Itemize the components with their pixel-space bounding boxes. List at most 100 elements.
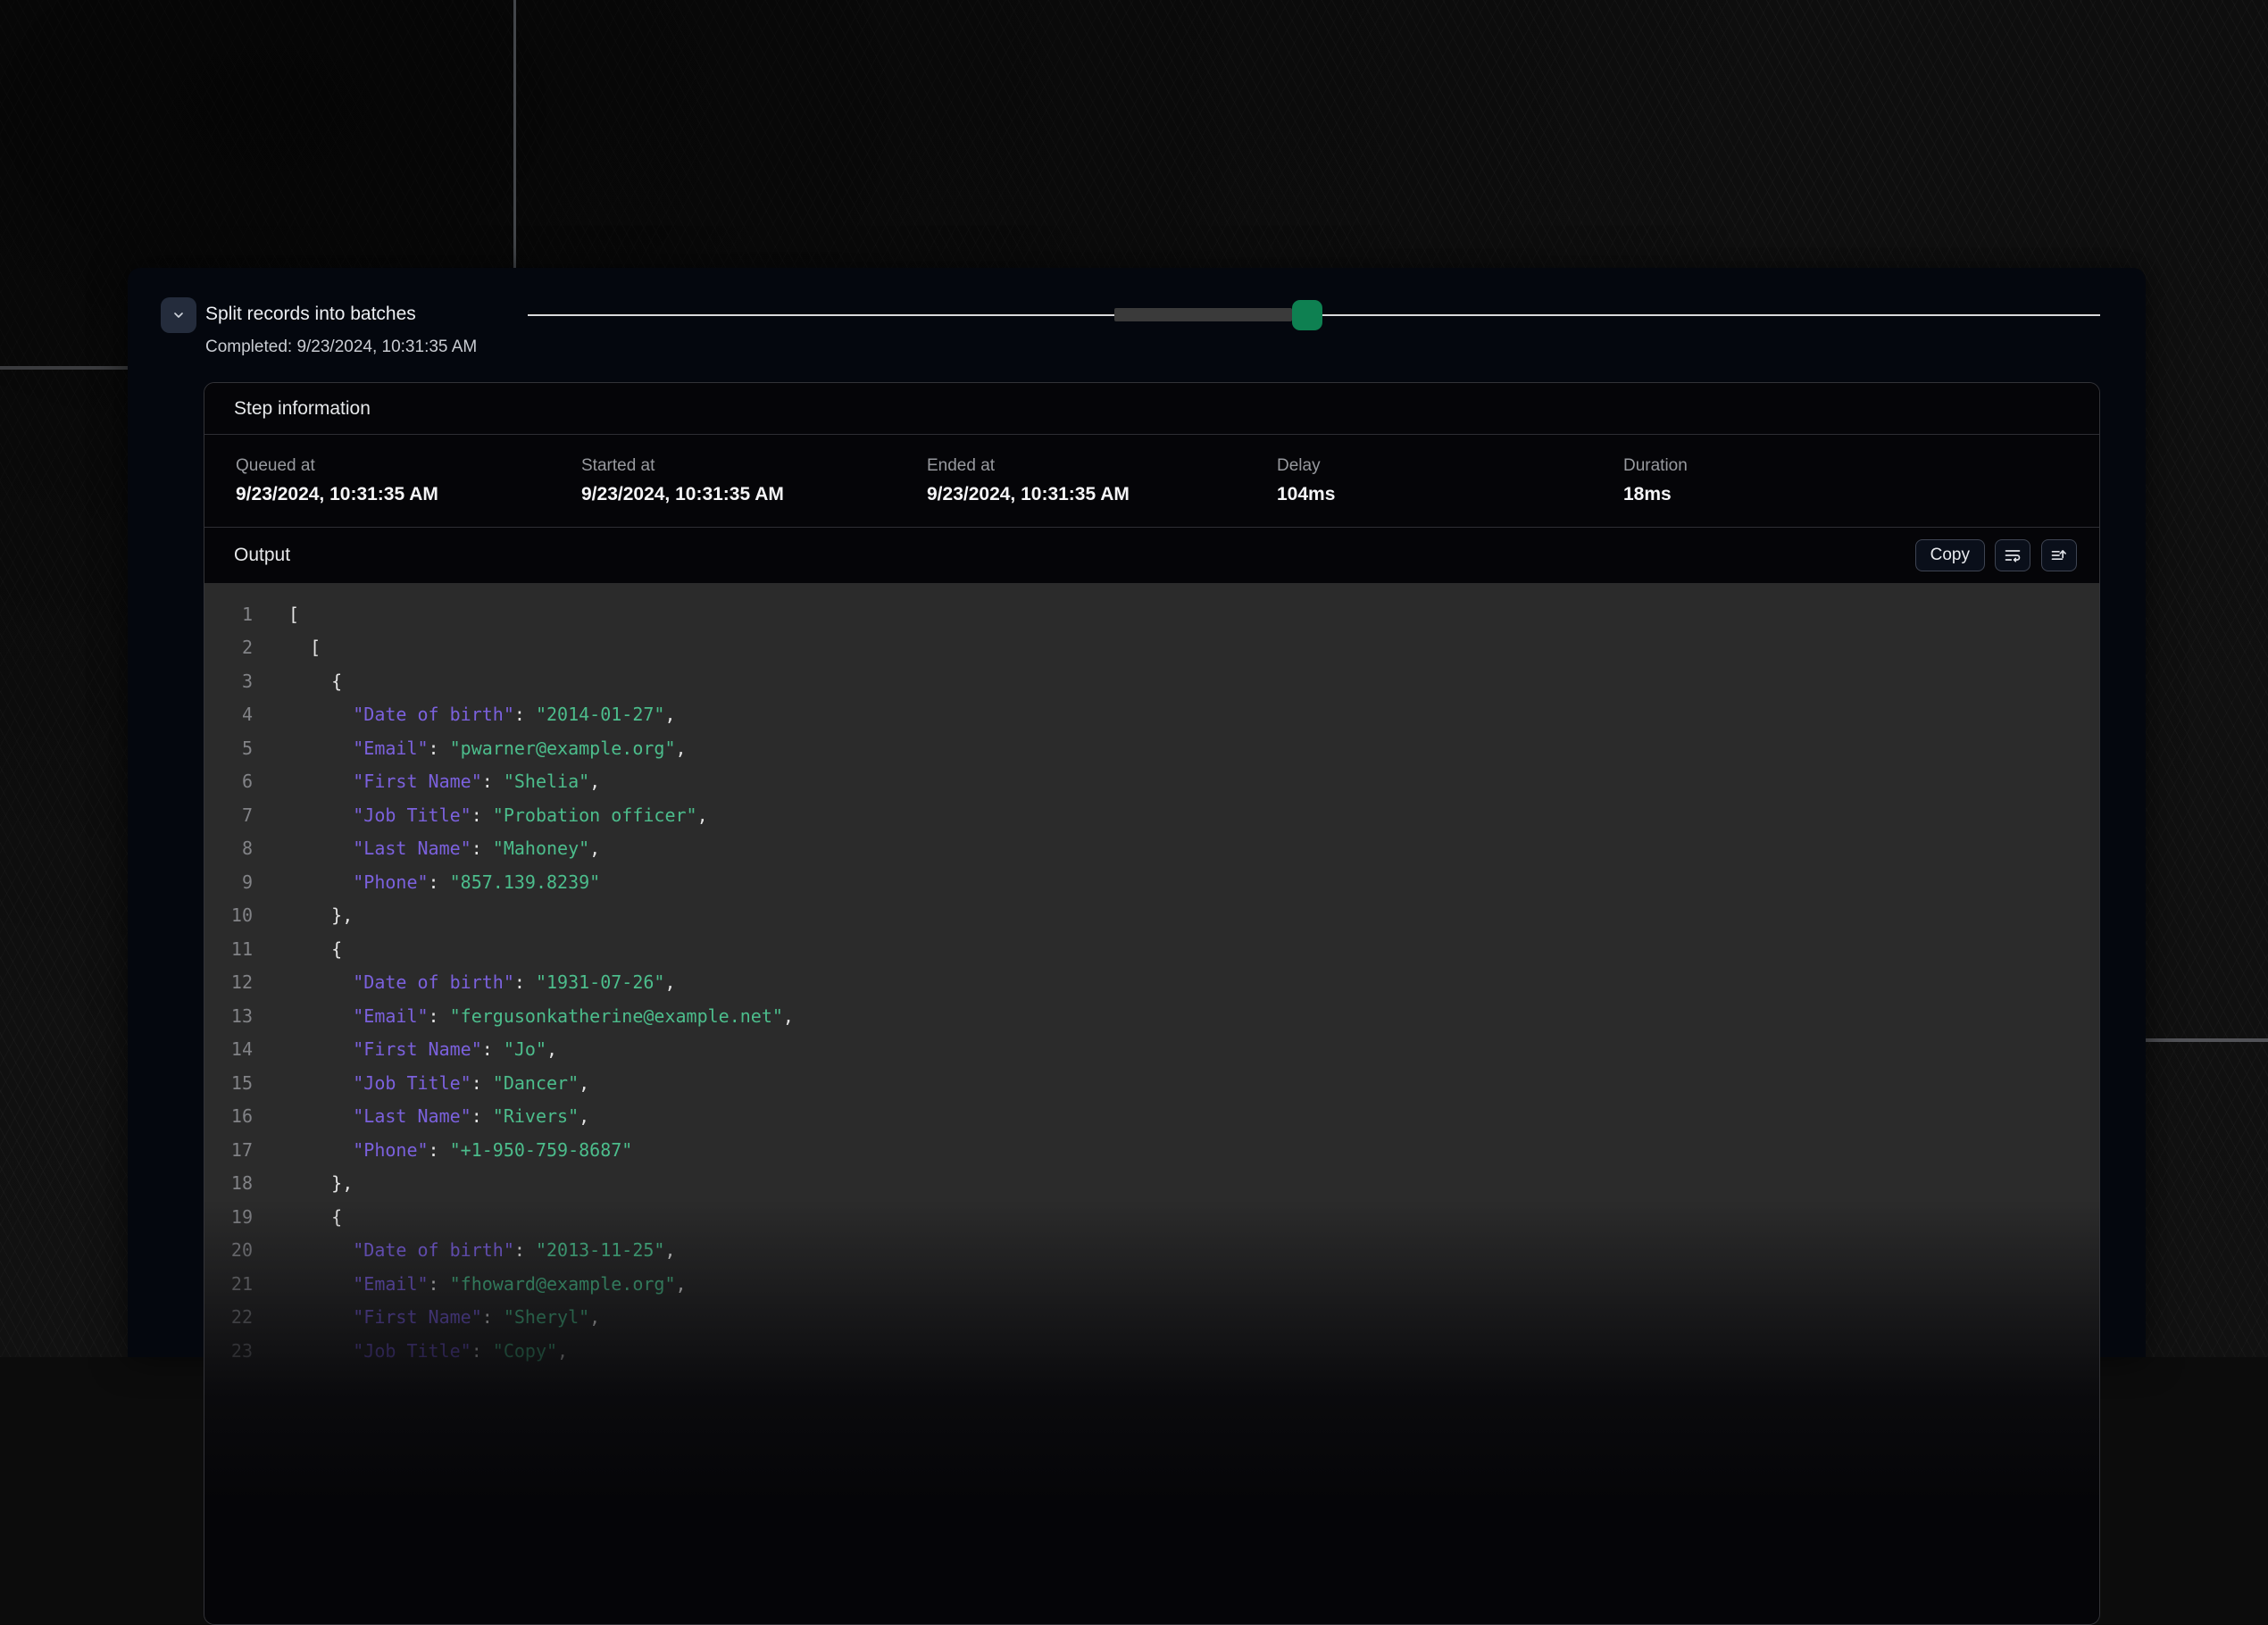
info-field-label: Delay [1277,456,1623,476]
info-field-value: 9/23/2024, 10:31:35 AM [927,484,1277,505]
info-field-value: 9/23/2024, 10:31:35 AM [581,484,927,505]
wrap-text-icon [2004,546,2022,564]
output-code-viewer: 1[2 [3 {4 "Date of birth": "2014-01-27",… [204,583,2099,1624]
code-line: 23 "Job Title": "Copy", [204,1334,2099,1368]
output-title: Output [234,545,290,566]
code-line: 5 "Email": "pwarner@example.org", [204,731,2099,765]
step-content-box: Step information Queued at9/23/2024, 10:… [204,382,2100,1625]
line-number: 13 [204,1005,253,1027]
info-field-label: Ended at [927,456,1277,476]
step-information-header: Step information [204,383,2099,435]
info-field: Delay 104ms [1277,456,1623,505]
info-field-label: Duration [1623,456,1688,476]
info-field-label: Started at [581,456,927,476]
line-number: 2 [204,637,253,658]
copy-button[interactable]: Copy [1915,539,1985,571]
code-text: { [288,1206,342,1228]
code-text: "Email": "pwarner@example.org", [288,738,687,759]
code-line: 16 "Last Name": "Rivers", [204,1100,2099,1134]
code-text: "Date of birth": "1931-07-26", [288,971,676,993]
line-number: 23 [204,1340,253,1362]
info-field-value: 9/23/2024, 10:31:35 AM [236,484,581,505]
code-text: [ [288,637,321,658]
code-text: "Last Name": "Mahoney", [288,838,600,859]
collapse-button[interactable] [161,297,196,333]
code-text: "Job Title": "Copy", [288,1340,568,1362]
code-line: 21 "Email": "fhoward@example.org", [204,1267,2099,1301]
line-number: 7 [204,804,253,826]
code-text: "Phone": "857.139.8239" [288,871,600,893]
line-number: 21 [204,1273,253,1295]
step-completed-status: Completed: 9/23/2024, 10:31:35 AM [205,337,477,358]
line-number: 3 [204,671,253,692]
info-field: Queued at 9/23/2024, 10:31:35 AM [236,456,581,505]
timeline-delay-segment [1114,308,1292,321]
line-number: 6 [204,771,253,792]
line-number: 12 [204,971,253,993]
step-info-fields: Queued at9/23/2024, 10:31:35 AMStarted a… [204,435,2099,528]
code-text: "First Name": "Sheryl", [288,1306,600,1328]
code-text: }, [288,1172,353,1194]
background-horizontal-line-left [0,366,128,370]
code-line: 2 [ [204,631,2099,665]
info-field: Duration 18ms [1623,456,1688,505]
line-number: 18 [204,1172,253,1194]
code-line: 4 "Date of birth": "2014-01-27", [204,698,2099,732]
info-field: Started at 9/23/2024, 10:31:35 AM [581,456,927,505]
code-text: "Phone": "+1-950-759-8687" [288,1139,632,1161]
line-number: 20 [204,1239,253,1261]
code-text: { [288,671,342,692]
code-line: 19 { [204,1200,2099,1234]
code-line: 9 "Phone": "857.139.8239" [204,865,2099,899]
output-header: Output Copy [204,528,2099,583]
code-line: 22 "First Name": "Sheryl", [204,1301,2099,1335]
code-text: "Email": "fergusonkatherine@example.net"… [288,1005,794,1027]
code-text: [ [288,604,299,625]
code-text: "Date of birth": "2014-01-27", [288,704,676,725]
code-line: 3 { [204,664,2099,698]
background-vertical-line [513,0,516,270]
jump-to-top-button[interactable] [2041,539,2077,571]
line-number: 15 [204,1072,253,1094]
step-detail-panel: Split records into batches Completed: 9/… [128,268,2146,1357]
step-information-title: Step information [234,398,371,420]
step-title: Split records into batches [205,303,416,326]
code-line: 11 { [204,932,2099,966]
code-line: 8 "Last Name": "Mahoney", [204,832,2099,866]
line-number: 8 [204,838,253,859]
background-horizontal-line-right [2146,1038,2268,1042]
code-line: 7 "Job Title": "Probation officer", [204,798,2099,832]
code-line: 10 }, [204,899,2099,933]
info-field-value: 104ms [1277,484,1623,505]
code-line: 15 "Job Title": "Dancer", [204,1066,2099,1100]
code-line: 17 "Phone": "+1-950-759-8687" [204,1133,2099,1167]
jump-to-top-icon [2050,546,2068,564]
line-number: 11 [204,938,253,960]
info-field-value: 18ms [1623,484,1688,505]
code-line: 14 "First Name": "Jo", [204,1033,2099,1067]
code-text: "First Name": "Jo", [288,1038,557,1060]
line-number: 4 [204,704,253,725]
chevron-down-icon [171,308,186,322]
code-text: }, [288,904,353,926]
line-number: 22 [204,1306,253,1328]
code-line: 13 "Email": "fergusonkatherine@example.n… [204,999,2099,1033]
timeline-step-handle[interactable] [1292,300,1322,330]
line-number: 14 [204,1038,253,1060]
code-line: 6 "First Name": "Shelia", [204,765,2099,799]
line-number: 17 [204,1139,253,1161]
code-text: { [288,938,342,960]
code-text: "Last Name": "Rivers", [288,1105,589,1127]
code-text: "Job Title": "Probation officer", [288,804,708,826]
code-text: "First Name": "Shelia", [288,771,600,792]
code-text: "Date of birth": "2013-11-25", [288,1239,676,1261]
info-field-label: Queued at [236,456,581,476]
wrap-text-button[interactable] [1995,539,2030,571]
line-number: 9 [204,871,253,893]
code-line: 12 "Date of birth": "1931-07-26", [204,966,2099,1000]
copy-button-label: Copy [1930,546,1970,565]
line-number: 10 [204,904,253,926]
info-field: Ended at 9/23/2024, 10:31:35 AM [927,456,1277,505]
line-number: 1 [204,604,253,625]
code-lines: 1[2 [3 {4 "Date of birth": "2014-01-27",… [204,597,2099,1368]
